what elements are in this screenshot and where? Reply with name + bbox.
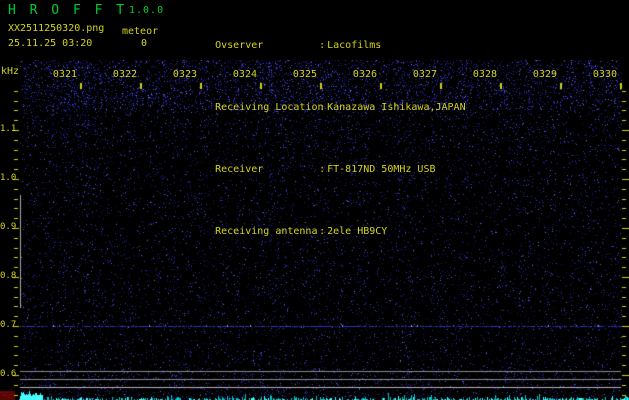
freq-tick-label: 1.0	[0, 173, 17, 184]
time-tick-label: 0326	[352, 69, 377, 80]
time-tick-label: 0324	[232, 69, 257, 80]
freq-tick-label: 0.7	[0, 320, 17, 331]
station-info: Ovserver: Lacofilms Receiving Location: Ka…	[179, 3, 466, 276]
info-separator: :	[319, 102, 326, 114]
info-separator: :	[319, 40, 326, 52]
time-tick-label: 0323	[172, 69, 197, 80]
app-version: 1.0.0	[129, 5, 165, 16]
info-row-observer: Ovserver: Lacofilms	[179, 28, 466, 65]
info-label: Receiving Location	[215, 102, 324, 114]
time-tick-label: 0329	[532, 69, 557, 80]
output-filename: XX2511250320.png	[8, 23, 105, 34]
info-label: Receiving antenna	[215, 226, 318, 238]
hrofft-screen: H R O F F T 1.0.0 XX2511250320.png meteo…	[0, 0, 629, 400]
freq-tick-label: 0.6	[0, 369, 17, 379]
freq-tick-label: 0.9	[0, 222, 17, 233]
info-separator: :	[319, 226, 326, 238]
time-tick-label: 0327	[412, 69, 437, 80]
info-row-antenna: Receiving antenna:2ele HB9CY	[179, 214, 466, 251]
info-row-location: Receiving Location: Kanazawa Ishikawa,JAP…	[179, 90, 466, 127]
info-value: Lacofilms	[327, 40, 382, 52]
info-separator: :	[319, 164, 326, 176]
freq-tick-label: 1.1	[0, 124, 17, 135]
info-label: Receiver	[215, 164, 264, 176]
mode-label: meteor	[122, 26, 159, 37]
meteor-count: 0	[141, 38, 148, 49]
info-value: FT-817ND 50MHz USB	[327, 164, 436, 176]
info-row-receiver: Receiver: FT-817ND 50MHz USB	[179, 152, 466, 189]
freq-tick-label: 0.8	[0, 271, 17, 282]
observation-datetime: 25.11.25 03:20	[8, 38, 93, 49]
time-tick-label: 0325	[292, 69, 317, 80]
app-title: H R O F F T	[8, 3, 128, 18]
freq-axis-unit: kHz	[1, 66, 20, 77]
time-tick-label: 0322	[112, 69, 137, 80]
info-label: Ovserver	[215, 40, 264, 52]
time-tick-label: 0330	[592, 69, 617, 80]
time-tick-label: 0321	[52, 69, 77, 80]
info-value: Kanazawa Ishikawa,JAPAN	[327, 102, 466, 114]
info-value: 2ele HB9CY	[327, 226, 388, 238]
time-tick-label: 0328	[472, 69, 497, 80]
